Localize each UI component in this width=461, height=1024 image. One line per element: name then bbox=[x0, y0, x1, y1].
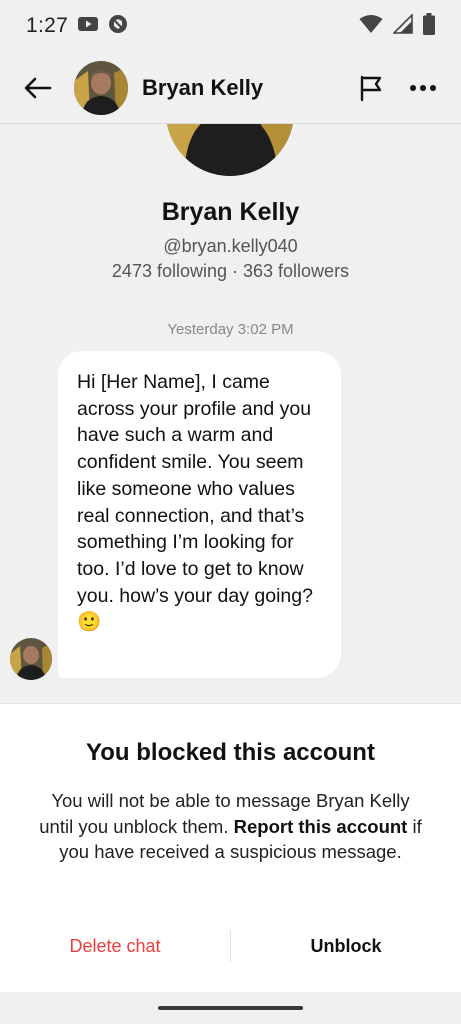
blocked-panel: You blocked this account You will not be… bbox=[0, 703, 461, 992]
back-button[interactable] bbox=[18, 68, 58, 108]
sender-avatar[interactable] bbox=[10, 638, 52, 680]
profile-name: Bryan Kelly bbox=[161, 198, 300, 226]
delete-chat-button[interactable]: Delete chat bbox=[0, 936, 230, 957]
status-left-icons bbox=[78, 14, 128, 39]
message-text: Hi [Her Name], I came across your profil… bbox=[77, 371, 313, 634]
report-flag-button[interactable] bbox=[351, 68, 391, 108]
more-options-icon bbox=[410, 84, 436, 91]
blocked-description: You will not be able to message Bryan Ke… bbox=[34, 788, 427, 865]
no-sync-icon bbox=[108, 14, 128, 39]
message-bubble[interactable]: Hi [Her Name], I came across your profil… bbox=[58, 351, 341, 678]
report-account-link[interactable]: Report this account bbox=[234, 816, 408, 837]
youtube-icon bbox=[78, 16, 99, 37]
header-avatar[interactable] bbox=[74, 60, 128, 115]
header-contact-name[interactable]: Bryan Kelly bbox=[142, 75, 263, 101]
status-right-icons bbox=[359, 12, 435, 40]
system-nav-bar bbox=[0, 992, 461, 1024]
blocked-actions: Delete chat Unblock bbox=[0, 926, 461, 966]
profile-handle: @bryan.kelly040 bbox=[163, 236, 298, 256]
status-bar: 1:27 bbox=[0, 0, 461, 52]
chat-header: Bryan Kelly bbox=[0, 52, 461, 124]
more-options-button[interactable] bbox=[403, 68, 443, 108]
blocked-title: You blocked this account bbox=[86, 739, 375, 766]
unblock-button[interactable]: Unblock bbox=[231, 936, 461, 957]
home-gesture-handle[interactable] bbox=[158, 1006, 303, 1010]
wifi-icon bbox=[359, 14, 383, 39]
cellular-icon bbox=[392, 12, 413, 39]
flag-icon bbox=[360, 75, 382, 101]
message-timestamp: Yesterday 3:02 PM bbox=[167, 321, 294, 338]
status-time: 1:27 bbox=[26, 14, 69, 37]
battery-icon bbox=[423, 12, 435, 40]
back-arrow-icon bbox=[24, 77, 52, 98]
profile-stats: 2473 following · 363 followers bbox=[111, 261, 350, 281]
